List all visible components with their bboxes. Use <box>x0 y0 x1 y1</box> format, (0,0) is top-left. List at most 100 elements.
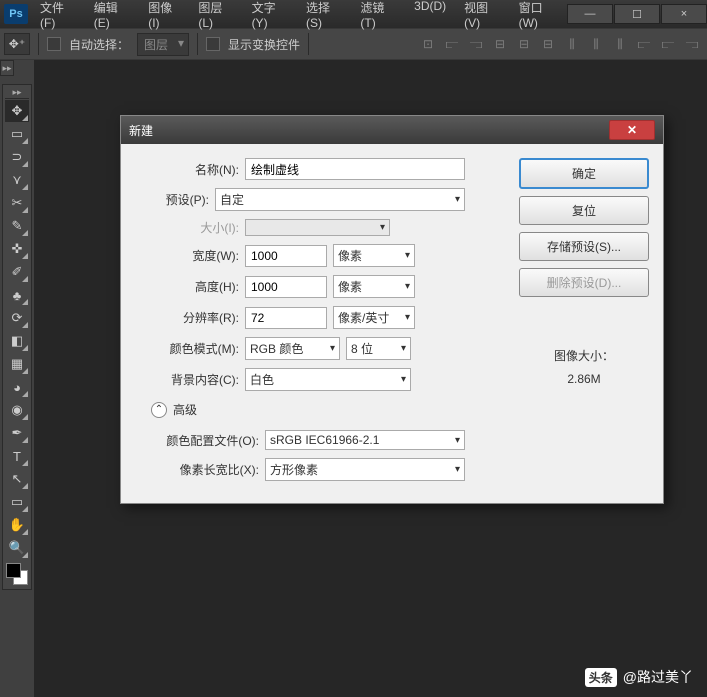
align-icon: ⊡ <box>417 34 439 54</box>
distribute-icon: ⫼ <box>609 34 631 54</box>
window-controls: — ☐ × <box>566 4 707 24</box>
distribute-icon: ⫎ <box>681 34 703 54</box>
width-unit-select[interactable]: 像素▾ <box>333 244 415 267</box>
distribute-icon: ⫼ <box>561 34 583 54</box>
magic-wand-tool[interactable]: ⋎ <box>5 169 29 191</box>
foreground-color[interactable] <box>6 563 21 578</box>
path-select-tool[interactable]: ↖ <box>5 468 29 490</box>
lasso-tool[interactable]: ⊃ <box>5 146 29 168</box>
reset-button[interactable]: 复位 <box>519 196 649 225</box>
menu-edit[interactable]: 编辑(E) <box>86 0 138 34</box>
menu-filter[interactable]: 滤镜(T) <box>352 0 404 34</box>
resolution-input[interactable] <box>245 307 327 329</box>
bg-content-select[interactable]: 白色▾ <box>245 368 411 391</box>
height-input[interactable] <box>245 276 327 298</box>
tools-panel: ▸▸ ✥ ▭ ⊃ ⋎ ✂ ✎ ✜ ✐ ♣ ⟳ ◧ ▦ ◕ ◉ ✒ T ↖ ▭ ✋… <box>2 84 32 590</box>
auto-select-label: 自动选择： <box>69 36 129 53</box>
watermark-logo: 头条 <box>585 668 617 687</box>
menu-layer[interactable]: 图层(L) <box>190 0 241 34</box>
zoom-tool[interactable]: 🔍 <box>5 537 29 559</box>
advanced-toggle-icon[interactable]: ⌃ <box>151 402 167 418</box>
image-size-label: 图像大小： <box>519 347 649 364</box>
name-input[interactable] <box>245 158 465 180</box>
save-preset-button[interactable]: 存储预设(S)... <box>519 232 649 261</box>
divider <box>38 33 39 55</box>
clone-stamp-tool[interactable]: ♣ <box>5 284 29 306</box>
width-input[interactable] <box>245 245 327 267</box>
dialog-titlebar[interactable]: 新建 ✕ <box>121 116 663 144</box>
dialog-title: 新建 <box>129 122 153 139</box>
delete-preset-button: 删除预设(D)... <box>519 268 649 297</box>
resolution-unit-select[interactable]: 像素/英寸▾ <box>333 306 415 329</box>
align-icon: ⊟ <box>513 34 535 54</box>
dialog-close-button[interactable]: ✕ <box>609 120 655 140</box>
pen-tool[interactable]: ✒ <box>5 422 29 444</box>
show-transform-label: 显示变换控件 <box>228 36 300 53</box>
align-icon: ⫎ <box>465 34 487 54</box>
preset-select[interactable]: 自定▾ <box>215 188 465 211</box>
pixel-aspect-select[interactable]: 方形像素▾ <box>265 458 465 481</box>
shape-tool[interactable]: ▭ <box>5 491 29 513</box>
bit-depth-select[interactable]: 8 位▾ <box>346 337 411 360</box>
app-logo: Ps <box>4 4 28 24</box>
watermark-text: @路过美丫 <box>623 667 693 687</box>
menu-file[interactable]: 文件(F) <box>32 0 84 34</box>
distribute-icon: ⫍ <box>633 34 655 54</box>
auto-select-checkbox[interactable] <box>47 37 61 51</box>
menu-view[interactable]: 视图(V) <box>456 0 508 34</box>
resolution-label: 分辨率(R): <box>135 309 245 326</box>
eyedropper-tool[interactable]: ✎ <box>5 215 29 237</box>
align-icon: ⫍ <box>441 34 463 54</box>
gradient-tool[interactable]: ▦ <box>5 353 29 375</box>
expand-tab-icon[interactable]: ▸▸ <box>0 60 14 76</box>
new-document-dialog: 新建 ✕ 名称(N): 预设(P): 自定▾ 大小(I): ▾ 宽度(W): 像… <box>120 115 664 504</box>
close-button[interactable]: × <box>661 4 707 24</box>
divider <box>308 33 309 55</box>
dodge-tool[interactable]: ◉ <box>5 399 29 421</box>
divider <box>197 33 198 55</box>
height-label: 高度(H): <box>135 278 245 295</box>
pixel-aspect-label: 像素长宽比(X): <box>135 461 265 478</box>
color-swatch[interactable] <box>6 563 28 585</box>
maximize-button[interactable]: ☐ <box>614 4 660 24</box>
ok-button[interactable]: 确定 <box>519 158 649 189</box>
menu-window[interactable]: 窗口(W) <box>511 0 566 34</box>
menu-type[interactable]: 文字(Y) <box>244 0 296 34</box>
distribute-icon: ⫼ <box>585 34 607 54</box>
watermark: 头条 @路过美丫 <box>585 667 693 687</box>
app-titlebar: Ps 文件(F) 编辑(E) 图像(I) 图层(L) 文字(Y) 选择(S) 滤… <box>0 0 707 28</box>
crop-tool[interactable]: ✂ <box>5 192 29 214</box>
menu-3d[interactable]: 3D(D) <box>406 0 454 34</box>
tools-collapse-icon[interactable]: ▸▸ <box>5 87 29 99</box>
width-label: 宽度(W): <box>135 247 245 264</box>
layer-select-dropdown[interactable]: 图层 <box>137 33 189 56</box>
move-tool-icon[interactable]: ✥⁺ <box>4 33 30 55</box>
preset-label: 预设(P): <box>135 191 215 208</box>
align-icon: ⊟ <box>537 34 559 54</box>
brush-tool[interactable]: ✐ <box>5 261 29 283</box>
move-tool[interactable]: ✥ <box>5 100 29 122</box>
size-select: ▾ <box>245 219 390 236</box>
height-unit-select[interactable]: 像素▾ <box>333 275 415 298</box>
image-size-value: 2.86M <box>519 372 649 386</box>
blur-tool[interactable]: ◕ <box>5 376 29 398</box>
menu-select[interactable]: 选择(S) <box>298 0 350 34</box>
color-mode-select[interactable]: RGB 颜色▾ <box>245 337 340 360</box>
healing-brush-tool[interactable]: ✜ <box>5 238 29 260</box>
marquee-tool[interactable]: ▭ <box>5 123 29 145</box>
minimize-button[interactable]: — <box>567 4 613 24</box>
color-mode-label: 颜色模式(M): <box>135 340 245 357</box>
color-profile-label: 颜色配置文件(O): <box>135 432 265 449</box>
color-profile-select[interactable]: sRGB IEC61966-2.1▾ <box>265 430 465 450</box>
name-label: 名称(N): <box>135 161 245 178</box>
advanced-label: 高级 <box>173 401 197 418</box>
main-menu: 文件(F) 编辑(E) 图像(I) 图层(L) 文字(Y) 选择(S) 滤镜(T… <box>32 0 566 34</box>
menu-image[interactable]: 图像(I) <box>140 0 188 34</box>
hand-tool[interactable]: ✋ <box>5 514 29 536</box>
type-tool[interactable]: T <box>5 445 29 467</box>
align-icon: ⊟ <box>489 34 511 54</box>
show-transform-checkbox[interactable] <box>206 37 220 51</box>
bg-content-label: 背景内容(C): <box>135 371 245 388</box>
history-brush-tool[interactable]: ⟳ <box>5 307 29 329</box>
eraser-tool[interactable]: ◧ <box>5 330 29 352</box>
